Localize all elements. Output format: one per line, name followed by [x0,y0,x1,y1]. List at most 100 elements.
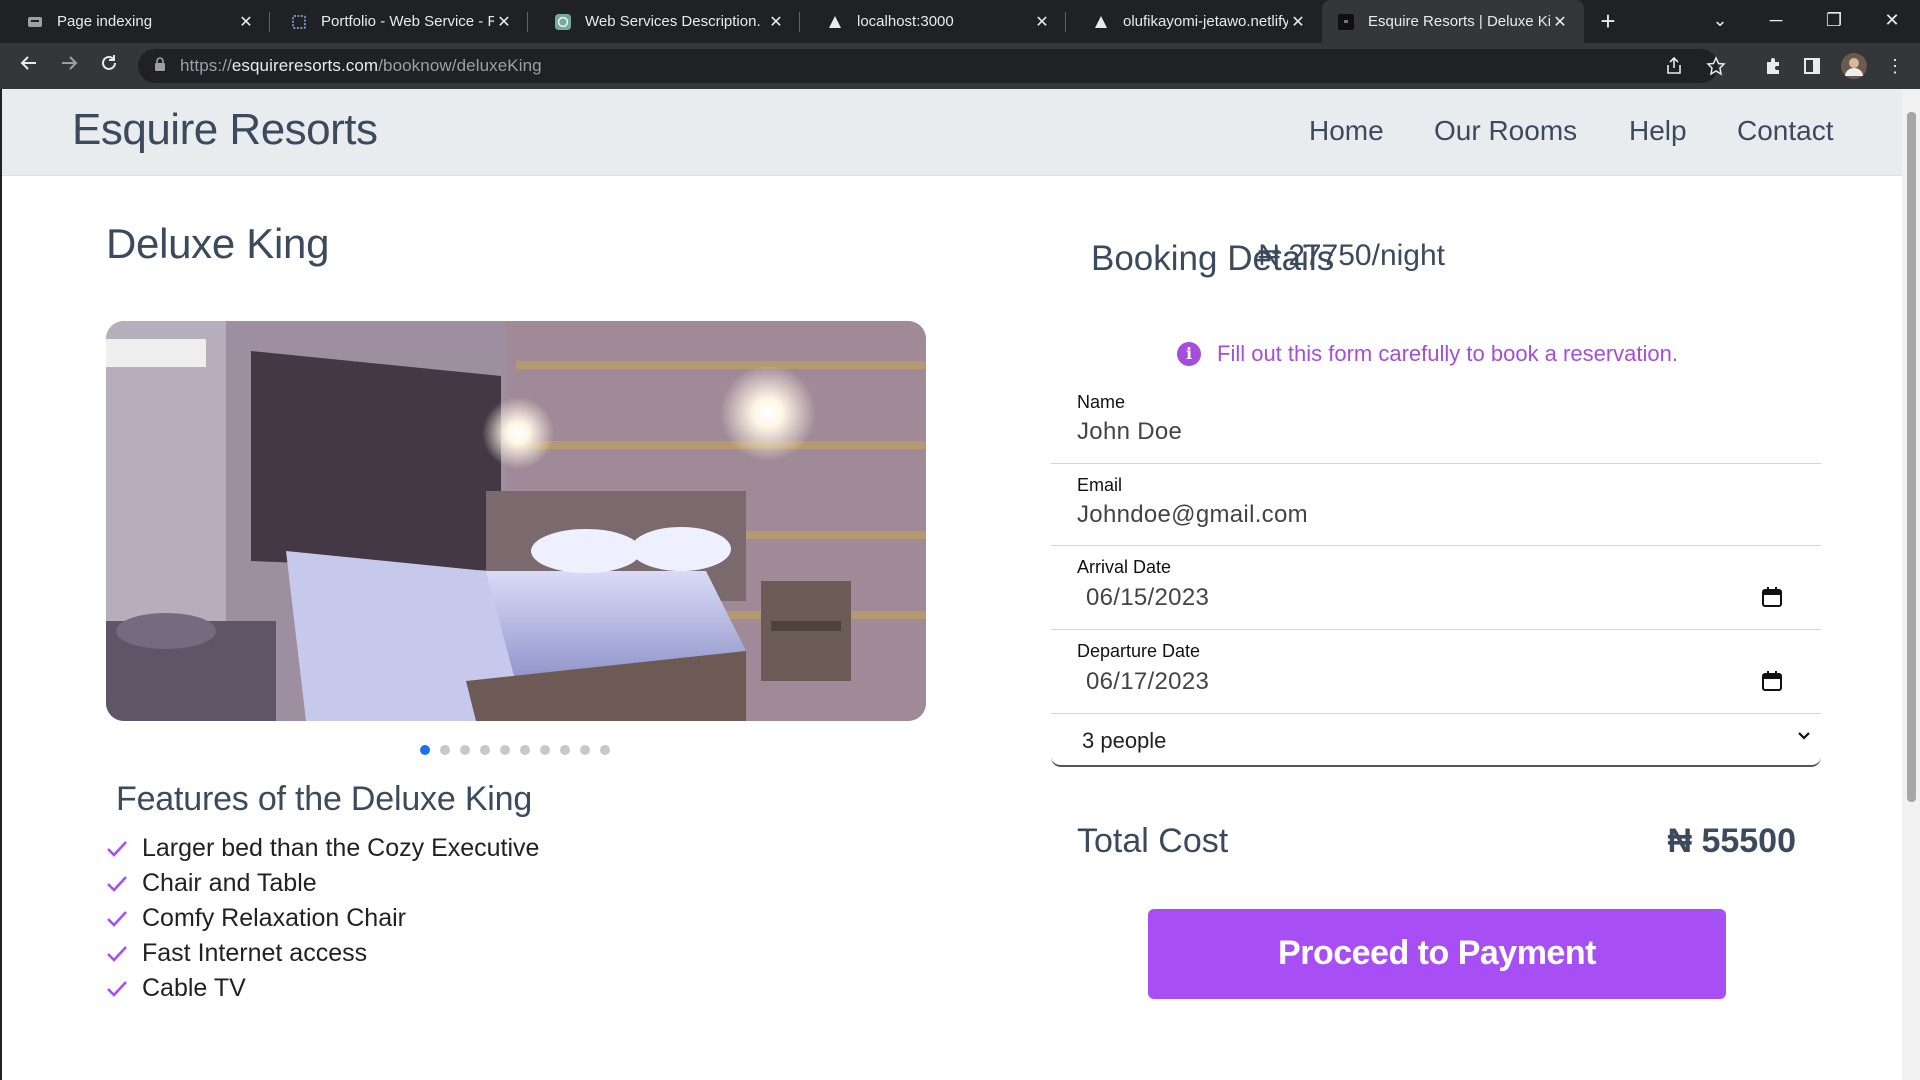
share-icon[interactable] [1664,53,1690,79]
name-input[interactable]: John Doe [1077,418,1182,446]
arrival-date-field[interactable]: Arrival Date 06/15/2023 [1051,545,1821,630]
close-window-button[interactable]: ✕ [1864,0,1920,43]
site-brand[interactable]: Esquire Resorts [72,105,378,155]
nav-home[interactable]: Home [1309,115,1384,147]
tab-page-indexing[interactable]: Page indexing ✕ [0,0,270,43]
features-title: Features of the Deluxe King [116,780,533,818]
tab-title: olufikayomi-jetawo.netlify.a [1123,13,1288,30]
feature-text: Comfy Relaxation Chair [142,904,406,932]
close-tab-icon[interactable]: ✕ [1288,12,1308,32]
close-tab-icon[interactable]: ✕ [1032,12,1052,32]
site-header: Esquire Resorts Home Our Rooms Help Cont… [2,89,1902,176]
new-tab-button[interactable]: + [1594,8,1622,36]
guests-select[interactable]: 3 people [1051,703,1821,767]
name-field[interactable]: Name John Doe [1051,380,1821,464]
carousel-dot[interactable] [500,745,510,755]
triangle-icon [1093,14,1109,30]
price-per-night: ₦ 27750/night [1258,239,1445,272]
chevron-down-icon [1798,732,1810,740]
tab-title: Portfolio - Web Service - Re [321,13,494,30]
carousel-dot[interactable] [520,745,530,755]
chrome-menu-icon[interactable]: ⋮ [1880,51,1910,81]
departure-date-field[interactable]: Departure Date 06/17/2023 [1051,629,1821,714]
tab-web-services[interactable]: Web Services Description. ✕ [528,0,800,43]
name-label: Name [1077,392,1126,412]
url-host: esquireresorts.com [231,56,379,75]
tab-localhost[interactable]: localhost:3000 ✕ [800,0,1066,43]
tab-title: Web Services Description. [585,13,761,30]
close-tab-icon[interactable]: ✕ [236,12,256,32]
tab-title: Page indexing [57,13,153,30]
back-button[interactable] [14,51,44,81]
checkmark-icon [107,945,127,962]
departure-date-label: Departure Date [1077,641,1201,661]
email-input[interactable]: Johndoe@gmail.com [1077,501,1308,529]
reload-icon [102,55,116,70]
scrollbar-thumb[interactable] [1907,112,1916,802]
info-icon: i [1177,342,1201,366]
calendar-icon[interactable] [1761,586,1783,608]
forward-button[interactable] [54,51,84,81]
feature-text: Fast Internet access [142,939,368,967]
page-scrollbar[interactable] [1902,89,1920,1080]
arrival-date-input[interactable]: 06/15/2023 [1086,584,1209,612]
carousel-indicators [420,745,610,755]
url-scheme: https:// [180,56,232,75]
carousel-dot[interactable] [560,745,570,755]
carousel-dot[interactable] [540,745,550,755]
nav-contact[interactable]: Contact [1737,115,1834,147]
url-text[interactable]: https://esquireresorts.com/booknow/delux… [180,56,542,76]
triangle-icon [827,14,843,30]
nav-our-rooms[interactable]: Our Rooms [1434,115,1577,147]
nav-help[interactable]: Help [1629,115,1687,147]
feature-item: Fast Internet access [106,936,539,971]
checkmark-icon [107,910,127,927]
search-console-icon [27,14,43,30]
restore-button[interactable]: ❐ [1806,0,1862,43]
address-bar[interactable]: https://esquireresorts.com/booknow/delux… [138,49,1726,83]
browser-toolbar: https://esquireresorts.com/booknow/delux… [0,43,1920,89]
notice-text: Fill out this form carefully to book a r… [1217,341,1678,366]
page-viewport: Esquire Resorts Home Our Rooms Help Cont… [2,89,1902,1080]
room-photo[interactable] [106,321,926,721]
carousel-dot[interactable] [460,745,470,755]
carousel-dot[interactable] [600,745,610,755]
side-panel-icon[interactable] [1797,51,1827,81]
browser-tabstrip: Page indexing ✕ Portfolio - Web Service … [0,0,1920,43]
chatgpt-icon [555,13,571,30]
checkmark-icon [107,840,127,857]
proceed-to-payment-button[interactable]: Proceed to Payment [1148,909,1726,999]
bedroom-image [106,321,926,721]
carousel-dot[interactable] [420,745,430,755]
calendar-icon[interactable] [1761,670,1783,692]
tab-esquire-resorts[interactable]: Esquire Resorts | Deluxe Kin ✕ [1322,0,1584,43]
email-label: Email [1077,475,1123,495]
document-icon [291,14,307,30]
email-field[interactable]: Email Johndoe@gmail.com [1051,463,1821,546]
forward-arrow-icon [62,56,78,70]
tab-netlify[interactable]: olufikayomi-jetawo.netlify.a ✕ [1066,0,1322,43]
arrival-date-label: Arrival Date [1077,557,1172,577]
carousel-dot[interactable] [440,745,450,755]
close-tab-icon[interactable]: ✕ [494,12,514,32]
profile-avatar[interactable] [1839,51,1869,81]
close-tab-icon[interactable]: ✕ [766,12,786,32]
carousel-dot[interactable] [480,745,490,755]
back-arrow-icon [20,56,36,70]
tab-portfolio[interactable]: Portfolio - Web Service - Re ✕ [264,0,528,43]
departure-date-input[interactable]: 06/17/2023 [1086,668,1209,696]
bookmark-star-icon[interactable] [1706,53,1732,79]
reload-button[interactable] [94,51,124,81]
lock-icon[interactable] [154,56,168,76]
close-tab-icon[interactable]: ✕ [1550,12,1570,32]
extensions-puzzle-icon[interactable] [1758,51,1788,81]
minimize-button[interactable]: ─ [1748,0,1804,43]
checkmark-icon [107,980,127,997]
feature-item: Larger bed than the Cozy Executive [106,831,539,866]
carousel-dot[interactable] [580,745,590,755]
total-cost-label: Total Cost [1077,822,1229,860]
feature-item: Cable TV [106,971,539,1006]
feature-item: Comfy Relaxation Chair [106,901,539,936]
feature-text: Larger bed than the Cozy Executive [142,834,540,862]
tab-search-icon[interactable]: ⌄ [1692,0,1748,43]
